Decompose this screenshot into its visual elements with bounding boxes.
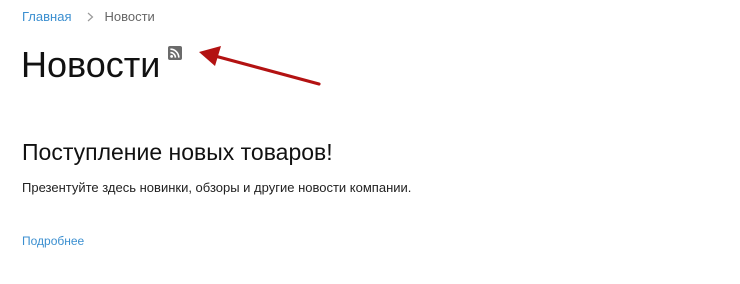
breadcrumb-current: Новости — [104, 9, 155, 24]
title-row: Новости — [21, 42, 183, 88]
chevron-right-icon — [85, 12, 95, 22]
rss-icon[interactable] — [168, 46, 183, 60]
read-more-link[interactable]: Подробнее — [22, 233, 84, 249]
news-page: Главная Новости Новости Поступление новы… — [0, 0, 740, 284]
arrow-icon — [199, 46, 321, 86]
news-item-title[interactable]: Поступление новых товаров! — [22, 136, 333, 168]
breadcrumb: Главная Новости — [22, 9, 155, 25]
news-item-description: Презентуйте здесь новинки, обзоры и друг… — [22, 180, 412, 195]
page-title: Новости — [21, 44, 161, 85]
breadcrumb-home-link[interactable]: Главная — [22, 9, 71, 25]
